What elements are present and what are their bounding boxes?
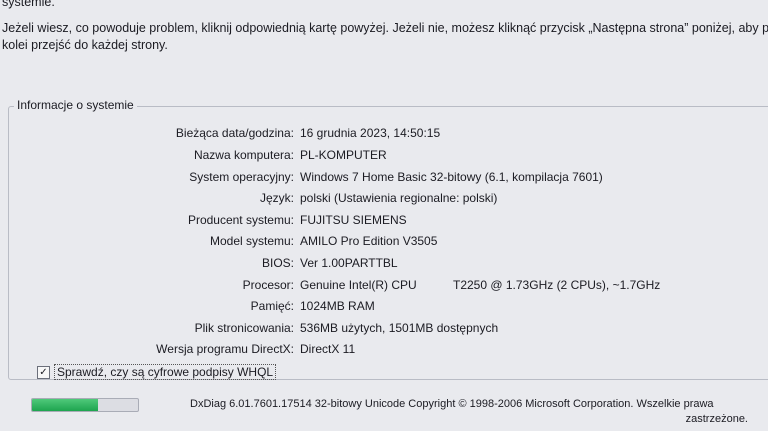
whql-label[interactable]: Sprawdź, czy są cyfrowe podpisy WHQL: [54, 364, 277, 380]
info-label: Procesor:: [242, 278, 294, 292]
progress-bar: [31, 398, 139, 412]
info-value: FUJITSU SIEMENS: [300, 213, 407, 227]
info-label: Model systemu:: [209, 234, 294, 248]
info-label: Plik stronicowania:: [194, 321, 294, 335]
info-value: polski (Ustawienia regionalne: polski): [300, 191, 498, 205]
info-row-model: Model systemu: AMILO Pro Edition V3505: [0, 232, 768, 250]
info-label: System operacyjny:: [189, 170, 294, 184]
info-row-processor: Procesor: Genuine Intel(R) CPU T2250 @ 1…: [0, 276, 768, 294]
info-row-computer-name: Nazwa komputera: PL-KOMPUTER: [0, 146, 768, 164]
info-value: 536MB użytych, 1501MB dostępnych: [300, 321, 499, 335]
info-row-bios: BIOS: Ver 1.00PARTTBL: [0, 254, 768, 272]
info-row-language: Język: polski (Ustawienia regionalne: po…: [0, 189, 768, 207]
info-row-manufacturer: Producent systemu: FUJITSU SIEMENS: [0, 211, 768, 229]
info-label: Pamięć:: [250, 299, 294, 313]
whql-check-option[interactable]: ✓ Sprawdź, czy są cyfrowe podpisy WHQL: [37, 364, 277, 380]
copyright-line-1: DxDiag 6.01.7601.17514 32-bitowy Unicode…: [190, 398, 714, 410]
info-label: Nazwa komputera:: [193, 148, 294, 162]
info-value: Genuine Intel(R) CPU: [300, 278, 417, 292]
info-label: Język:: [259, 191, 294, 205]
whql-checkbox[interactable]: ✓: [37, 365, 50, 379]
info-value: PL-KOMPUTER: [300, 148, 387, 162]
info-row-memory: Pamięć: 1024MB RAM: [0, 297, 768, 315]
processor-speed-value: T2250 @ 1.73GHz (2 CPUs), ~1.7GHz: [453, 278, 661, 292]
copyright-line-2: zastrzeżone.: [685, 413, 748, 425]
info-label: BIOS:: [261, 256, 294, 270]
info-label: Bieżąca data/godzina:: [175, 126, 294, 140]
info-value: 16 grudnia 2023, 14:50:15: [300, 126, 441, 140]
copyright-footer: DxDiag 6.01.7601.17514 32-bitowy Unicode…: [190, 397, 760, 427]
info-row-directx: Wersja programu DirectX: DirectX 11: [0, 340, 768, 358]
info-value: 1024MB RAM: [300, 299, 375, 313]
intro-line-2: kolei przejść do każdej strony.: [2, 38, 168, 52]
info-row-pagefile: Plik stronicowania: 536MB użytych, 1501M…: [0, 319, 768, 337]
info-row-datetime: Bieżąca data/godzina: 16 grudnia 2023, 1…: [0, 124, 768, 142]
info-value: Windows 7 Home Basic 32-bitowy (6.1, kom…: [300, 170, 603, 184]
info-value: Ver 1.00PARTTBL: [300, 256, 398, 270]
info-row-os: System operacyjny: Windows 7 Home Basic …: [0, 168, 768, 186]
intro-line-1: Jeżeli wiesz, co powoduje problem, klikn…: [2, 21, 768, 35]
info-label: Wersja programu DirectX:: [156, 342, 294, 356]
system-info-group-label: Informacje o systemie: [14, 98, 137, 112]
progress-bar-fill: [32, 399, 98, 411]
info-value: AMILO Pro Edition V3505: [300, 234, 438, 248]
info-value: DirectX 11: [300, 342, 356, 356]
intro-line-0: systemie.: [2, 0, 55, 9]
intro-text: systemie. Jeżeli wiesz, co powoduje prob…: [2, 0, 768, 54]
info-label: Producent systemu:: [187, 213, 294, 227]
